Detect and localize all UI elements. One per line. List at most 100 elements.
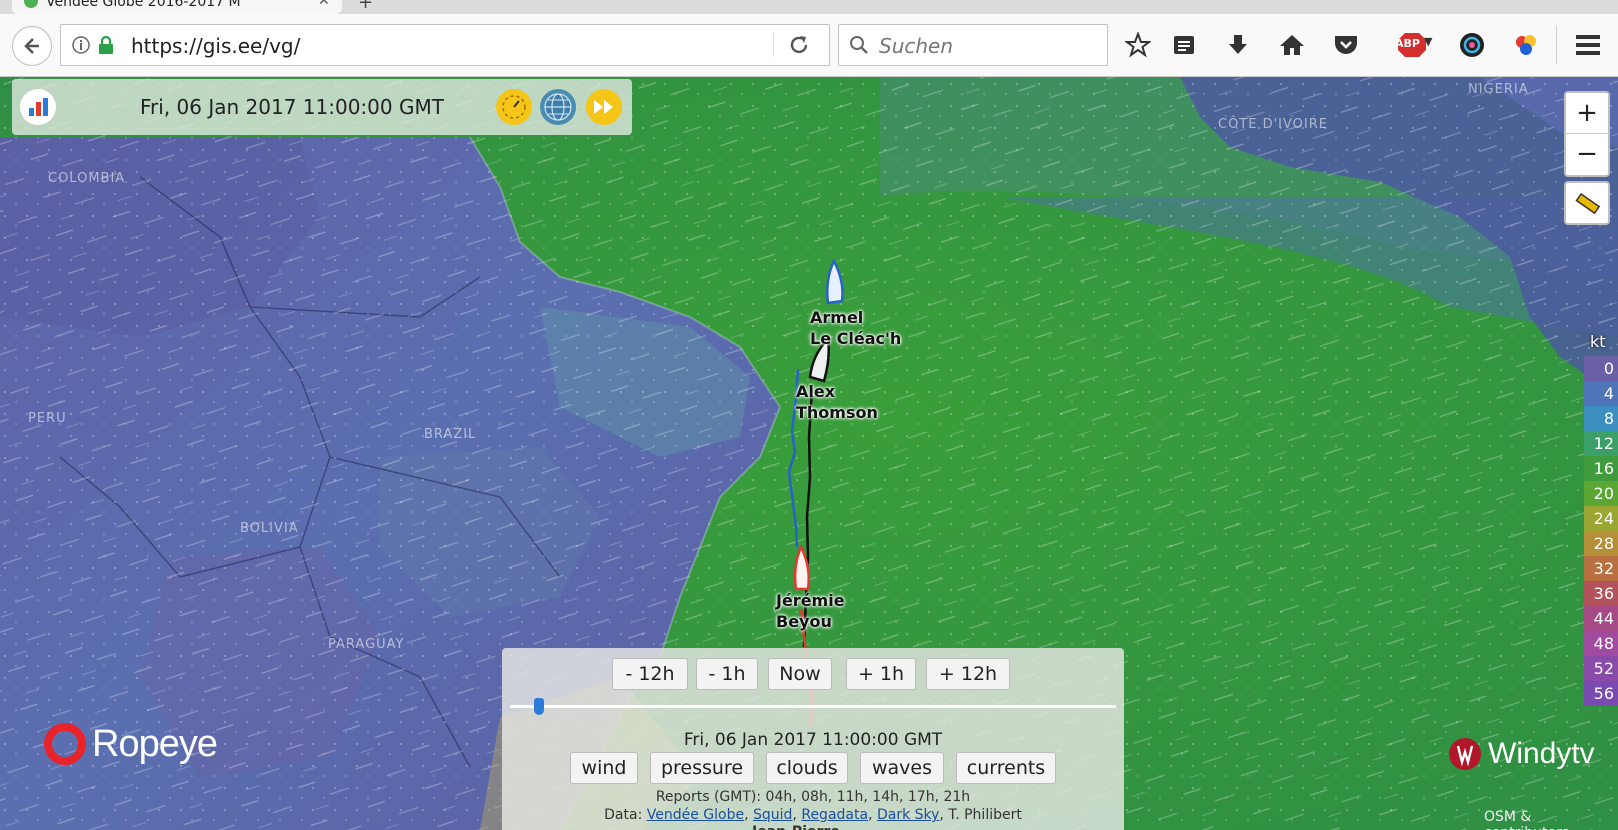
boat-first-name: Jérémie bbox=[776, 591, 845, 610]
legend-value: 8 bbox=[1584, 406, 1618, 431]
legend-value: 4 bbox=[1584, 381, 1618, 406]
pocket-icon[interactable] bbox=[1332, 31, 1360, 59]
clock-icon bbox=[502, 95, 526, 119]
tab-favicon-icon bbox=[24, 0, 38, 8]
ropeye-text: Ropeye bbox=[92, 722, 218, 765]
time-slider-handle[interactable] bbox=[534, 698, 545, 715]
current-datetime: Fri, 06 Jan 2017 11:00:00 GMT bbox=[140, 95, 444, 119]
layer-pressure-button[interactable]: pressure bbox=[650, 752, 754, 784]
address-bar[interactable]: https://gis.ee/vg/ bbox=[60, 24, 830, 66]
zoom-control: + − bbox=[1564, 91, 1610, 177]
reload-icon[interactable] bbox=[787, 33, 811, 57]
boat-label-jeremie[interactable]: Jérémie Beyou bbox=[776, 590, 845, 632]
back-button[interactable] bbox=[12, 26, 52, 66]
boat-label-armel[interactable]: Armel Le Cléac'h bbox=[810, 307, 901, 349]
download-icon[interactable] bbox=[1224, 31, 1252, 59]
home-icon[interactable] bbox=[1278, 31, 1306, 59]
zoom-out-button[interactable]: − bbox=[1566, 134, 1608, 174]
hidden-boat-label: Jean-Pierre bbox=[752, 824, 840, 830]
legend-value: 28 bbox=[1584, 531, 1618, 556]
source-credit: T. Philibert bbox=[948, 807, 1022, 823]
url-text[interactable]: https://gis.ee/vg/ bbox=[131, 34, 300, 58]
legend-value: 20 bbox=[1584, 481, 1618, 506]
ruler-button[interactable] bbox=[1564, 181, 1610, 225]
fast-forward-button[interactable] bbox=[586, 89, 622, 125]
plus-12h-button[interactable]: + 12h bbox=[926, 658, 1010, 690]
minus-1h-button[interactable]: - 1h bbox=[696, 658, 758, 690]
boat-armel bbox=[826, 258, 844, 305]
source-link-dark-sky[interactable]: Dark Sky bbox=[877, 807, 939, 823]
star-icon[interactable] bbox=[1124, 31, 1152, 59]
layer-wind-button[interactable]: wind bbox=[570, 752, 638, 784]
legend-value: 36 bbox=[1584, 581, 1618, 606]
boat-last-name: Thomson bbox=[796, 403, 878, 422]
reports-schedule: Reports (GMT): 04h, 08h, 11h, 14h, 17h, … bbox=[655, 789, 971, 805]
data-prefix: Data: bbox=[604, 807, 643, 823]
now-button[interactable]: Now bbox=[768, 658, 832, 690]
ruler-icon bbox=[1575, 192, 1600, 215]
windy-text: Windytv bbox=[1488, 737, 1595, 770]
legend-value: 16 bbox=[1584, 456, 1618, 481]
boat-first-name: Alex bbox=[796, 382, 836, 401]
legend-unit: kt bbox=[1590, 332, 1606, 351]
boat-label-alex[interactable]: Alex Thomson bbox=[796, 381, 878, 423]
browser-tab[interactable]: Vendée Globe 2016-2017 M ✕ bbox=[12, 0, 342, 14]
info-icon[interactable] bbox=[71, 35, 91, 55]
source-link-vendee-globe[interactable]: Vendée Globe bbox=[647, 807, 744, 823]
minus-12h-button[interactable]: - 12h bbox=[612, 658, 688, 690]
boat-last-name: Le Cléac'h bbox=[810, 329, 902, 348]
boat-first-name: Armel bbox=[810, 308, 864, 327]
adblock-icon[interactable]: ABP ▼ bbox=[1390, 31, 1434, 59]
tab-strip: Vendée Globe 2016-2017 M ✕ + bbox=[0, 0, 1618, 14]
toolbar-divider bbox=[1556, 26, 1557, 64]
globe-icon bbox=[544, 93, 572, 121]
search-icon bbox=[850, 36, 868, 54]
data-sources: Data: Vendée Globe, Squid, Regadata, Dar… bbox=[604, 807, 1022, 823]
boat-last-name: Beyou bbox=[776, 612, 832, 631]
menu-icon[interactable] bbox=[1574, 31, 1602, 59]
legend-value: 0 bbox=[1584, 356, 1618, 381]
legend-value: 24 bbox=[1584, 506, 1618, 531]
source-link-regadata[interactable]: Regadata bbox=[801, 807, 868, 823]
browser-toolbar: https://gis.ee/vg/ Suchen ABP ▼ bbox=[0, 14, 1618, 77]
back-arrow-icon bbox=[24, 38, 39, 54]
ropeye-ring-icon bbox=[44, 723, 86, 765]
reading-list-icon[interactable] bbox=[1170, 31, 1198, 59]
time-slider-track[interactable] bbox=[510, 705, 1116, 708]
layer-currents-button[interactable]: currents bbox=[956, 752, 1056, 784]
layer-waves-button[interactable]: waves bbox=[860, 752, 944, 784]
lock-icon bbox=[99, 35, 113, 54]
fast-forward-icon bbox=[594, 100, 613, 114]
url-divider bbox=[773, 33, 774, 57]
search-bar[interactable]: Suchen bbox=[838, 24, 1108, 66]
legend-value: 44 bbox=[1584, 606, 1618, 631]
search-placeholder: Suchen bbox=[879, 34, 954, 58]
legend-value: 52 bbox=[1584, 656, 1618, 681]
close-tab-icon[interactable]: ✕ bbox=[318, 0, 330, 9]
legend-value: 12 bbox=[1584, 431, 1618, 456]
source-link-squid[interactable]: Squid bbox=[753, 807, 792, 823]
chevron-down-icon[interactable]: ▼ bbox=[1424, 35, 1432, 48]
tab-title: Vendée Globe 2016-2017 M bbox=[46, 0, 241, 10]
windy-logo[interactable]: Windytv bbox=[1448, 737, 1595, 771]
time-control-panel: - 12h - 1h Now + 1h + 12h Fri, 06 Jan 20… bbox=[502, 648, 1124, 830]
adblock-label: ABP bbox=[1395, 37, 1420, 50]
legend-value: 56 bbox=[1584, 681, 1618, 706]
globe-button[interactable] bbox=[540, 89, 576, 125]
zoom-in-button[interactable]: + bbox=[1566, 93, 1608, 134]
windy-icon bbox=[1449, 738, 1481, 770]
color-extension-icon[interactable] bbox=[1512, 31, 1540, 59]
map-attribution[interactable]: OSM & contributors bbox=[1484, 809, 1618, 830]
extension-icon[interactable] bbox=[1458, 31, 1486, 59]
new-tab-icon[interactable]: + bbox=[358, 0, 373, 13]
time-panel: Fri, 06 Jan 2017 11:00:00 GMT bbox=[12, 79, 632, 135]
wind-map[interactable]: COLOMBIA PERU BRAZIL BOLIVIA PARAGUAY NI… bbox=[0, 77, 1618, 830]
layer-clouds-button[interactable]: clouds bbox=[766, 752, 848, 784]
plus-1h-button[interactable]: + 1h bbox=[846, 658, 916, 690]
clock-button[interactable] bbox=[496, 89, 532, 125]
ropeye-logo[interactable]: Ropeye bbox=[42, 721, 218, 767]
app-logo-icon[interactable] bbox=[20, 89, 56, 125]
legend-value: 32 bbox=[1584, 556, 1618, 581]
panel-datetime: Fri, 06 Jan 2017 11:00:00 GMT bbox=[683, 730, 943, 750]
legend-value: 48 bbox=[1584, 631, 1618, 656]
